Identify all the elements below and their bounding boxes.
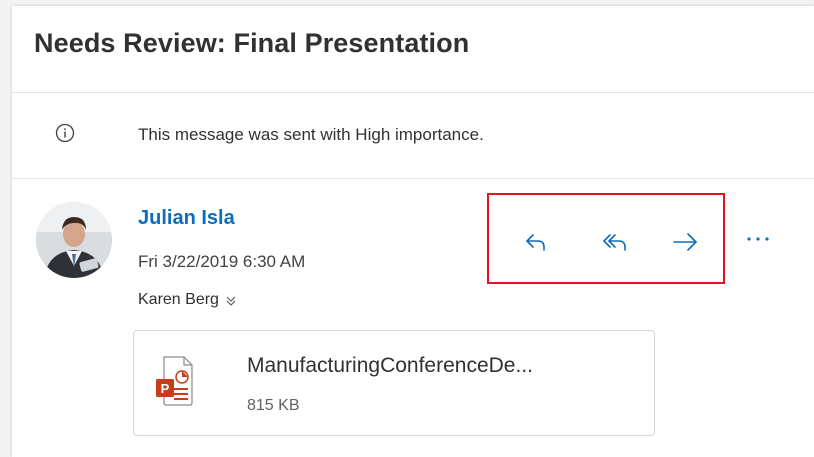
reply-all-button[interactable] bbox=[597, 224, 633, 260]
more-actions-button[interactable] bbox=[738, 223, 778, 255]
attachment-size: 815 KB bbox=[247, 397, 300, 414]
info-icon bbox=[55, 123, 75, 143]
forward-button[interactable] bbox=[667, 224, 703, 260]
more-icon bbox=[747, 237, 769, 241]
avatar[interactable] bbox=[36, 202, 112, 278]
importance-notice: This message was sent with High importan… bbox=[138, 125, 484, 144]
reading-pane: Needs Review: Final Presentation This me… bbox=[12, 6, 814, 457]
recipient-name: Karen Berg bbox=[138, 291, 219, 308]
message-subject: Needs Review: Final Presentation bbox=[34, 28, 470, 58]
divider bbox=[12, 92, 814, 93]
reply-button[interactable] bbox=[518, 224, 554, 260]
forward-icon bbox=[673, 233, 697, 251]
divider bbox=[12, 178, 814, 179]
reply-icon bbox=[526, 234, 545, 251]
attachment-name: ManufacturingConferenceDe... bbox=[247, 354, 533, 377]
powerpoint-icon: P bbox=[156, 356, 193, 406]
sender-photo bbox=[36, 202, 112, 278]
attachment-card[interactable]: P ManufacturingConferenceDe... 815 KB bbox=[133, 330, 655, 436]
message-datetime: Fri 3/22/2019 6:30 AM bbox=[138, 252, 306, 271]
sender-name[interactable]: Julian Isla bbox=[138, 207, 235, 230]
recipient-row[interactable]: Karen Berg bbox=[138, 291, 237, 309]
reply-all-icon bbox=[603, 234, 626, 251]
chevron-down-icon bbox=[226, 296, 236, 306]
svg-text:P: P bbox=[161, 381, 170, 396]
